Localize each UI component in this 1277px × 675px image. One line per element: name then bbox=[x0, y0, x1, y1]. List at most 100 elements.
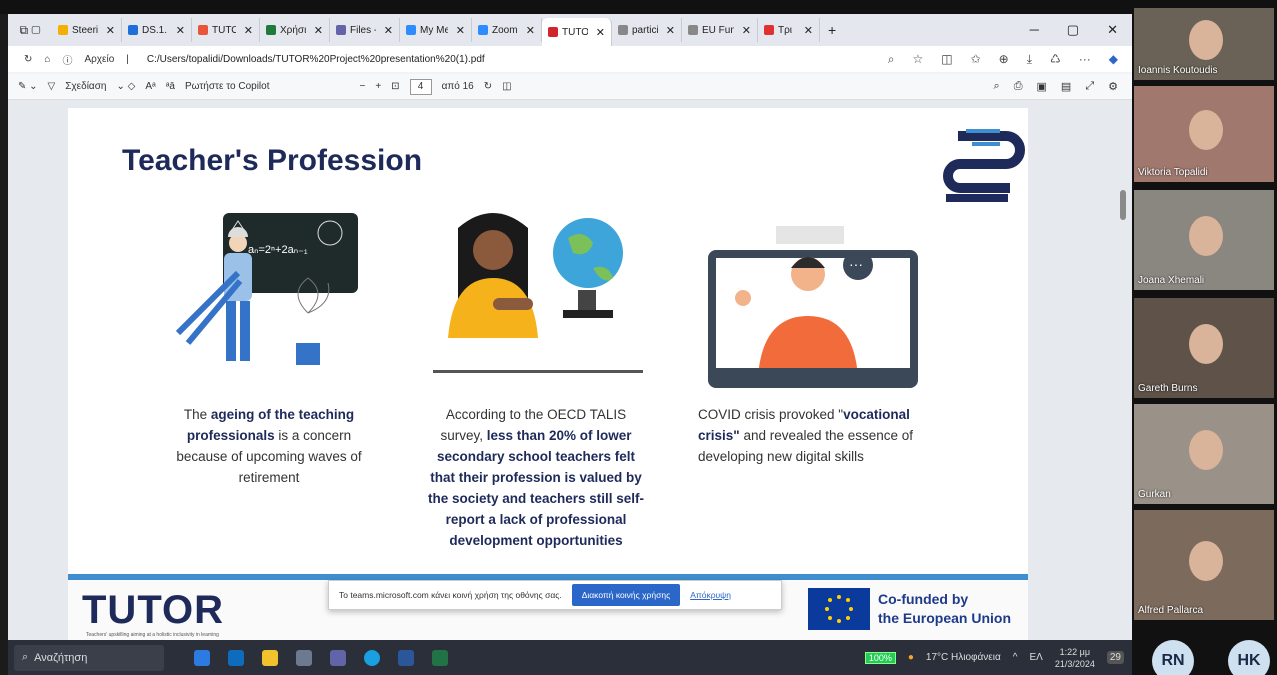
tab-strip: ⧉ ▢ Steering✕DS.1. Dr✕TUTOR✕Χρήσιμ✕Files… bbox=[8, 14, 1132, 46]
settings-icon[interactable]: ⚙ bbox=[1108, 80, 1118, 93]
tab-10[interactable]: EU Fund ✕ bbox=[682, 18, 758, 42]
task-view-icon[interactable] bbox=[194, 649, 210, 666]
tab-label: EU Fund bbox=[702, 24, 734, 36]
outlook-icon[interactable] bbox=[228, 649, 244, 666]
file-explorer-icon[interactable] bbox=[262, 649, 278, 666]
tab-8[interactable]: TUTOR ✕ bbox=[542, 18, 612, 46]
rotate-icon[interactable]: ↻ bbox=[484, 81, 492, 92]
draw-icon[interactable]: ▽ bbox=[48, 81, 56, 92]
tab-5[interactable]: Files - N ✕ bbox=[330, 18, 400, 42]
home-icon[interactable]: ⌂ bbox=[44, 54, 50, 65]
tab-close-icon[interactable]: ✕ bbox=[742, 24, 751, 37]
tab-1[interactable]: Steering ✕ bbox=[52, 18, 122, 42]
highlight-icon[interactable]: ✎ ⌄ bbox=[18, 81, 38, 92]
search-icon: ⌕ bbox=[22, 651, 29, 663]
participant-video-tile[interactable]: Joana Xhemali bbox=[1134, 190, 1274, 290]
excel-icon[interactable] bbox=[432, 649, 448, 666]
read-aloud-icon[interactable]: Aᵃ bbox=[145, 81, 155, 92]
maximize-icon[interactable]: ▢ bbox=[1067, 22, 1079, 38]
tab-close-icon[interactable]: ✕ bbox=[804, 24, 813, 37]
tab-4[interactable]: Χρήσιμ ✕ bbox=[260, 18, 330, 42]
settings-app-icon[interactable] bbox=[296, 649, 312, 666]
tab-close-icon[interactable]: ✕ bbox=[314, 24, 323, 37]
teams-icon[interactable] bbox=[330, 649, 346, 666]
caption-aging: The ageing of the teaching professionals… bbox=[166, 404, 372, 488]
tray-chevron-icon[interactable]: ^ bbox=[1013, 652, 1018, 663]
copilot-prompt[interactable]: Ρωτήστε το Copilot bbox=[185, 81, 269, 92]
weather-text[interactable]: 17°C Ηλιοφάνεια bbox=[926, 652, 1001, 663]
workspaces-icon[interactable]: ⧉ ▢ bbox=[8, 23, 52, 38]
battery-indicator[interactable]: 100% bbox=[864, 651, 896, 664]
tab-close-icon[interactable]: ✕ bbox=[526, 24, 535, 37]
tab-close-icon[interactable]: ✕ bbox=[106, 24, 115, 37]
zoom-icon[interactable]: ⌕ bbox=[888, 52, 895, 67]
downloads-icon[interactable]: ⤓ bbox=[1027, 52, 1032, 67]
split-screen-icon[interactable]: ◫ bbox=[941, 52, 952, 67]
participant-face bbox=[1189, 110, 1223, 150]
url-text[interactable]: C:/Users/topalidi/Downloads/TUTOR%20Proj… bbox=[147, 54, 485, 65]
caption-talis-bold: less than 20% of lower secondary school … bbox=[427, 428, 645, 548]
word-icon[interactable] bbox=[398, 649, 414, 666]
zoom-out-icon[interactable]: − bbox=[359, 81, 365, 92]
participant-video-tile[interactable]: Alfred Pallarca bbox=[1134, 510, 1274, 620]
tab-close-icon[interactable]: ✕ bbox=[176, 24, 185, 37]
avatar-rn[interactable]: RN bbox=[1152, 640, 1194, 675]
find-icon[interactable]: ⌕ bbox=[994, 80, 1000, 93]
system-tray: 100% ● 17°C Ηλιοφάνεια ^ ΕΛ 1:22 μμ 21/3… bbox=[864, 646, 1132, 670]
hide-notice-link[interactable]: Απόκρυψη bbox=[690, 590, 731, 600]
eu-flag-icon bbox=[808, 588, 870, 630]
taskbar-search[interactable]: ⌕ Αναζήτηση bbox=[14, 644, 164, 671]
fullscreen-icon[interactable]: ⤢ bbox=[1085, 80, 1094, 93]
translate-icon[interactable]: ᵃā bbox=[166, 81, 175, 92]
participant-video-tile[interactable]: Gurkan bbox=[1134, 404, 1274, 504]
tab-close-icon[interactable]: ✕ bbox=[244, 24, 253, 37]
draw-label[interactable]: Σχεδίαση bbox=[65, 81, 106, 92]
favorite-star-icon[interactable]: ☆ bbox=[912, 52, 923, 67]
tab-favicon-icon bbox=[406, 25, 416, 35]
avatar-hk[interactable]: HK bbox=[1228, 640, 1270, 675]
tab-7[interactable]: Zoom ✕ bbox=[472, 18, 542, 42]
new-tab-button[interactable]: + bbox=[820, 22, 844, 38]
collections-icon[interactable]: ⊕ bbox=[999, 52, 1009, 67]
tab-list: Steering✕DS.1. Dr✕TUTOR✕Χρήσιμ✕Files - N… bbox=[52, 14, 820, 46]
tab-close-icon[interactable]: ✕ bbox=[456, 24, 465, 37]
tab-close-icon[interactable]: ✕ bbox=[384, 24, 393, 37]
zoom-in-icon[interactable]: + bbox=[375, 81, 381, 92]
participant-video-tile[interactable]: Gareth Burns bbox=[1134, 298, 1274, 398]
refresh-icon[interactable]: ↻ bbox=[24, 54, 32, 65]
pdf-viewer[interactable]: Teacher's Profession aₙ=2ⁿ+2aₙ₋₁ ··· The… bbox=[8, 100, 1132, 640]
clock[interactable]: 1:22 μμ 21/3/2024 bbox=[1055, 646, 1095, 670]
tab-favicon-icon bbox=[336, 25, 346, 35]
fit-page-icon[interactable]: ⊡ bbox=[391, 81, 399, 92]
tab-9[interactable]: particip ✕ bbox=[612, 18, 682, 42]
stop-sharing-button[interactable]: Διακοπή κοινής χρήσης bbox=[571, 584, 681, 606]
participant-video-tile[interactable]: Viktoria Topalidi bbox=[1134, 86, 1274, 182]
scrollbar[interactable] bbox=[1120, 190, 1126, 220]
address-bar[interactable]: ↻ ⌂ ⓘ Αρχείο | C:/Users/topalidi/Downloa… bbox=[8, 46, 1132, 72]
tab-close-icon[interactable]: ✕ bbox=[666, 24, 675, 37]
edge-icon[interactable] bbox=[364, 649, 380, 666]
page-view-icon[interactable]: ◫ bbox=[502, 81, 511, 92]
participant-video-tile[interactable]: Ioannis Koutoudis bbox=[1134, 8, 1274, 80]
save-as-icon[interactable]: ▤ bbox=[1061, 80, 1071, 93]
tab-3[interactable]: TUTOR ✕ bbox=[192, 18, 260, 42]
more-icon[interactable]: ··· bbox=[1079, 52, 1091, 67]
tab-label: Τρι bbox=[778, 24, 793, 36]
language-indicator[interactable]: ΕΛ bbox=[1029, 652, 1042, 663]
tab-favicon-icon bbox=[198, 25, 208, 35]
print-icon[interactable]: ⎙ bbox=[1014, 80, 1023, 93]
tab-6[interactable]: My Mee ✕ bbox=[400, 18, 472, 42]
clock-date: 21/3/2024 bbox=[1054, 658, 1095, 669]
page-number-input[interactable]: 4 bbox=[409, 78, 432, 95]
notification-badge[interactable]: 29 bbox=[1106, 651, 1124, 664]
copilot-icon[interactable]: ◆ bbox=[1109, 52, 1118, 67]
eraser-icon[interactable]: ⌄ ◇ bbox=[116, 81, 135, 92]
tab-2[interactable]: DS.1. Dr ✕ bbox=[122, 18, 192, 42]
minimize-icon[interactable]: ─ bbox=[1030, 22, 1039, 38]
close-icon[interactable]: ✕ bbox=[1107, 22, 1118, 38]
tab-close-icon[interactable]: ✕ bbox=[596, 26, 605, 39]
favorites-icon[interactable]: ✩ bbox=[971, 52, 981, 67]
save-icon[interactable]: ▣ bbox=[1037, 80, 1047, 93]
tab-11[interactable]: Τρι ✕ bbox=[758, 18, 820, 42]
extensions-icon[interactable]: ♺ bbox=[1050, 52, 1061, 67]
